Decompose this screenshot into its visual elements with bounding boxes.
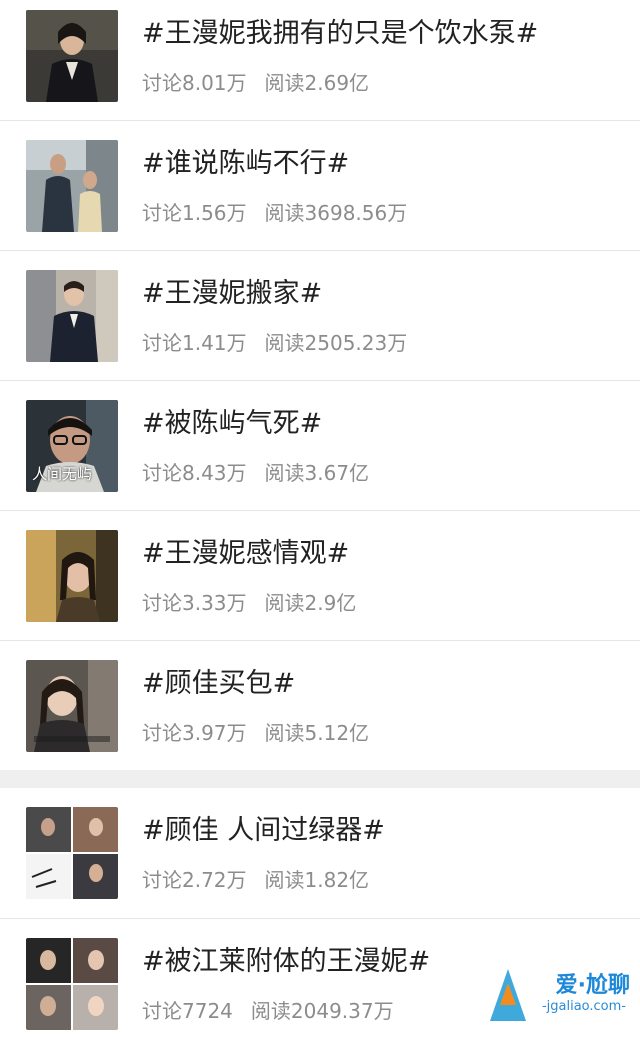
topic-title[interactable]: #王漫妮搬家# xyxy=(142,274,322,314)
topic-title[interactable]: #被江莱附体的王漫妮# xyxy=(142,942,430,982)
topic-title[interactable]: #谁说陈屿不行# xyxy=(142,144,349,184)
topic-item[interactable]: #王漫妮感情观# 讨论3.33万 阅读2.9亿 xyxy=(0,520,640,650)
topic-thumbnail: 人间无屿 xyxy=(26,400,118,492)
topic-stats: 讨论8.43万 阅读3.67亿 xyxy=(142,458,369,488)
watermark-logo-icon xyxy=(490,969,526,1021)
topic-thumbnail xyxy=(26,270,118,362)
topic-thumbnail xyxy=(26,807,118,899)
section-separator xyxy=(0,770,640,788)
discussion-count: 讨论7724 xyxy=(142,999,233,1023)
discussion-count: 讨论3.33万 xyxy=(142,591,247,615)
divider xyxy=(0,120,640,121)
topic-stats: 讨论2.72万 阅读1.82亿 xyxy=(142,865,369,895)
topic-thumbnail xyxy=(26,938,118,1030)
site-watermark: 爱·尬聊 -jgaliao.com- xyxy=(486,963,636,1033)
discussion-count: 讨论8.01万 xyxy=(142,71,247,95)
topic-stats: 讨论1.41万 阅读2505.23万 xyxy=(142,328,407,358)
read-count: 阅读1.82亿 xyxy=(264,868,370,892)
topic-item[interactable]: #王漫妮我拥有的只是个饮水泵# 讨论8.01万 阅读2.69亿 xyxy=(0,0,640,130)
divider xyxy=(0,918,640,919)
topic-title[interactable]: #王漫妮感情观# xyxy=(142,534,349,574)
topic-item[interactable]: #顾佳买包# 讨论3.97万 阅读5.12亿 xyxy=(0,650,640,780)
discussion-count: 讨论3.97万 xyxy=(142,721,247,745)
divider xyxy=(0,380,640,381)
topic-thumbnail xyxy=(26,140,118,232)
read-count: 阅读2.9亿 xyxy=(264,591,357,615)
divider xyxy=(0,250,640,251)
discussion-count: 讨论8.43万 xyxy=(142,461,247,485)
topic-thumbnail xyxy=(26,10,118,102)
topic-title[interactable]: #顾佳 人间过绿器# xyxy=(142,811,385,851)
read-count: 阅读2.69亿 xyxy=(264,71,370,95)
discussion-count: 讨论1.56万 xyxy=(142,201,247,225)
read-count: 阅读3.67亿 xyxy=(264,461,370,485)
topic-stats: 讨论3.97万 阅读5.12亿 xyxy=(142,718,369,748)
read-count: 阅读2505.23万 xyxy=(264,331,408,355)
read-count: 阅读3698.56万 xyxy=(264,201,408,225)
divider xyxy=(0,510,640,511)
thumbnail-caption: 人间无屿 xyxy=(32,465,93,483)
read-count: 阅读2049.37万 xyxy=(250,999,394,1023)
topic-title[interactable]: #被陈屿气死# xyxy=(142,404,322,444)
topic-stats: 讨论8.01万 阅读2.69亿 xyxy=(142,68,369,98)
watermark-text: 爱·尬聊 xyxy=(555,973,630,998)
topic-stats: 讨论3.33万 阅读2.9亿 xyxy=(142,588,356,618)
topic-title[interactable]: #顾佳买包# xyxy=(142,664,295,704)
topic-thumbnail xyxy=(26,660,118,752)
discussion-count: 讨论1.41万 xyxy=(142,331,247,355)
topic-item[interactable]: 人间无屿 #被陈屿气死# 讨论8.43万 阅读3.67亿 xyxy=(0,390,640,520)
watermark-url: -jgaliao.com- xyxy=(541,999,626,1014)
topic-item[interactable]: #顾佳 人间过绿器# 讨论2.72万 阅读1.82亿 xyxy=(0,797,640,927)
topic-item[interactable]: #王漫妮搬家# 讨论1.41万 阅读2505.23万 xyxy=(0,260,640,390)
topic-stats: 讨论1.56万 阅读3698.56万 xyxy=(142,198,407,228)
discussion-count: 讨论2.72万 xyxy=(142,868,247,892)
topic-title[interactable]: #王漫妮我拥有的只是个饮水泵# xyxy=(142,14,538,54)
topic-item[interactable]: #谁说陈屿不行# 讨论1.56万 阅读3698.56万 xyxy=(0,130,640,260)
read-count: 阅读5.12亿 xyxy=(264,721,370,745)
topic-thumbnail xyxy=(26,530,118,622)
topic-stats: 讨论7724 阅读2049.37万 xyxy=(142,996,394,1026)
divider xyxy=(0,640,640,641)
topic-list-page: #王漫妮我拥有的只是个饮水泵# 讨论8.01万 阅读2.69亿 #谁说陈屿不行# … xyxy=(0,0,640,1037)
